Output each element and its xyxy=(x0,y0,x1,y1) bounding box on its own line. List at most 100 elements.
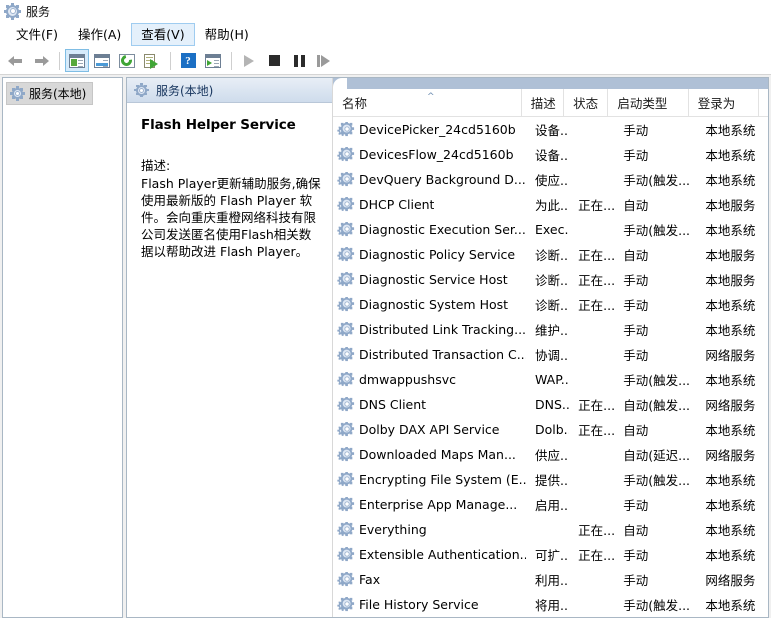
table-row[interactable]: dmwappushsvcWAP...手动(触发...本地系统 xyxy=(333,367,768,392)
cell-status: 正在... xyxy=(569,195,614,214)
cell-description: 诊断... xyxy=(526,270,569,289)
table-row[interactable]: Distributed Link Tracking...维护...手动本地系统 xyxy=(333,317,768,342)
toolbar-separator-1 xyxy=(59,52,60,70)
window-gear-icon xyxy=(5,4,20,19)
service-gear-icon xyxy=(338,397,355,413)
pause-icon xyxy=(294,55,305,67)
table-row[interactable]: Diagnostic Policy Service诊断...正在...自动本地服… xyxy=(333,242,768,267)
forward-button[interactable] xyxy=(29,49,53,72)
table-row[interactable]: DevicePicker_24cd5160b设备...手动本地系统 xyxy=(333,117,768,142)
stop-service-button[interactable] xyxy=(262,49,286,72)
title-bar: 服务 xyxy=(0,0,771,22)
detail-header-label: 服务(本地) xyxy=(156,82,213,99)
table-row[interactable]: Diagnostic Execution Ser...Exec...手动(触发.… xyxy=(333,217,768,242)
column-header-name[interactable]: 名称 ^ xyxy=(333,89,522,116)
cell-startup-type: 手动 xyxy=(614,345,696,364)
cell-description: 设备... xyxy=(526,120,569,139)
export-list-button[interactable] xyxy=(140,49,164,72)
cell-name: dmwappushsvc xyxy=(333,372,526,388)
cell-log-on-as: 网络服务 xyxy=(696,395,768,414)
cell-description: 供应... xyxy=(526,445,569,464)
cell-name: DHCP Client xyxy=(333,197,526,213)
service-name: Distributed Link Tracking... xyxy=(359,322,526,337)
start-service-button[interactable] xyxy=(237,49,261,72)
service-gear-icon xyxy=(338,497,355,513)
arrow-left-icon xyxy=(8,54,24,68)
cell-name: Encrypting File System (E... xyxy=(333,472,526,488)
table-row[interactable]: Encrypting File System (E...提供...手动(触发..… xyxy=(333,467,768,492)
help-question-icon: ? xyxy=(181,53,196,68)
cell-name: Dolby DAX API Service xyxy=(333,422,526,438)
back-button[interactable] xyxy=(4,49,28,72)
service-gear-icon xyxy=(338,222,355,238)
cell-description: 使应... xyxy=(526,170,569,189)
cell-description: Exec... xyxy=(526,222,569,237)
refresh-button[interactable] xyxy=(115,49,139,72)
table-row[interactable]: DHCP Client为此...正在...自动本地服务 xyxy=(333,192,768,217)
cell-startup-type: 自动 xyxy=(614,420,696,439)
table-row[interactable]: Downloaded Maps Man...供应...自动(延迟...网络服务 xyxy=(333,442,768,467)
properties-button[interactable] xyxy=(90,49,114,72)
table-row[interactable]: File History Service将用...手动(触发...本地系统 xyxy=(333,592,768,617)
table-row[interactable]: DNS ClientDNS...正在...自动(触发...网络服务 xyxy=(333,392,768,417)
tree-item-label: 服务(本地) xyxy=(29,85,86,102)
service-name: Downloaded Maps Man... xyxy=(359,447,516,462)
menu-view[interactable]: 查看(V) xyxy=(131,23,194,46)
service-name: DevQuery Background D... xyxy=(359,172,526,187)
cell-name: Enterprise App Manage... xyxy=(333,497,526,513)
menu-action[interactable]: 操作(A) xyxy=(68,23,131,46)
cell-startup-type: 手动 xyxy=(614,570,696,589)
cell-name: File History Service xyxy=(333,597,526,613)
service-gear-icon xyxy=(338,372,355,388)
menu-file[interactable]: 文件(F) xyxy=(6,23,68,46)
cell-log-on-as: 本地系统 xyxy=(696,595,768,614)
table-row[interactable]: DevicesFlow_24cd5160b设备...手动本地系统 xyxy=(333,142,768,167)
column-header-status[interactable]: 状态 xyxy=(564,89,608,116)
column-header-description[interactable]: 描述 xyxy=(522,89,564,116)
table-row[interactable]: Diagnostic System Host诊断...正在...手动本地系统 xyxy=(333,292,768,317)
results-pane: 服务(本地) Flash Helper Service 描述: Flash Pl… xyxy=(126,77,769,618)
service-gear-icon xyxy=(338,422,355,438)
service-gear-icon xyxy=(338,297,355,313)
service-name: dmwappushsvc xyxy=(359,372,456,387)
pause-service-button[interactable] xyxy=(287,49,311,72)
toolbar-separator-3 xyxy=(231,52,232,70)
cell-startup-type: 手动(触发... xyxy=(614,170,696,189)
column-header-filler xyxy=(759,89,768,116)
cell-description: 提供... xyxy=(526,470,569,489)
results-inner: 服务(本地) Flash Helper Service 描述: Flash Pl… xyxy=(127,78,768,617)
cell-name: DevQuery Background D... xyxy=(333,172,526,188)
show-hide-tree-button[interactable] xyxy=(65,49,89,72)
cell-name: Diagnostic Service Host xyxy=(333,272,526,288)
service-gear-icon xyxy=(338,472,355,488)
restart-service-button[interactable] xyxy=(312,49,336,72)
help-button[interactable]: ? xyxy=(176,49,200,72)
table-row[interactable]: Dolby DAX API ServiceDolb...正在...自动本地系统 xyxy=(333,417,768,442)
detail-pane-body: Flash Helper Service 描述: Flash Player更新辅… xyxy=(127,103,332,268)
cell-status: 正在... xyxy=(569,545,614,564)
service-name: Diagnostic Policy Service xyxy=(359,247,515,262)
table-row[interactable]: Distributed Transaction C...协调...手动网络服务 xyxy=(333,342,768,367)
column-header-log-on-as[interactable]: 登录为 xyxy=(689,89,759,116)
table-row[interactable]: Enterprise App Manage...启用...手动本地系统 xyxy=(333,492,768,517)
cell-startup-type: 手动 xyxy=(614,145,696,164)
tree-item-services-local[interactable]: 服务(本地) xyxy=(6,82,93,105)
service-name: Dolby DAX API Service xyxy=(359,422,500,437)
table-row[interactable]: Diagnostic Service Host诊断...正在...手动本地服务 xyxy=(333,267,768,292)
column-header-status-label: 状态 xyxy=(573,93,598,112)
sort-ascending-icon: ^ xyxy=(427,92,435,102)
table-row[interactable]: Fax利用...手动网络服务 xyxy=(333,567,768,592)
column-header-startup-type[interactable]: 启动类型 xyxy=(608,89,688,116)
service-gear-icon xyxy=(338,147,355,163)
service-name: Encrypting File System (E... xyxy=(359,472,526,487)
cell-description: 诊断... xyxy=(526,245,569,264)
cell-log-on-as: 本地系统 xyxy=(696,470,768,489)
service-name: Diagnostic Service Host xyxy=(359,272,508,287)
table-row[interactable]: DevQuery Background D...使应...手动(触发...本地系… xyxy=(333,167,768,192)
menu-help[interactable]: 帮助(H) xyxy=(195,23,259,46)
table-row[interactable]: Extensible Authentication...可扩...正在...手动… xyxy=(333,542,768,567)
table-row[interactable]: Everything正在...自动本地系统 xyxy=(333,517,768,542)
show-action-pane-button[interactable] xyxy=(201,49,225,72)
cell-log-on-as: 本地系统 xyxy=(696,220,768,239)
cell-status: 正在... xyxy=(569,295,614,314)
